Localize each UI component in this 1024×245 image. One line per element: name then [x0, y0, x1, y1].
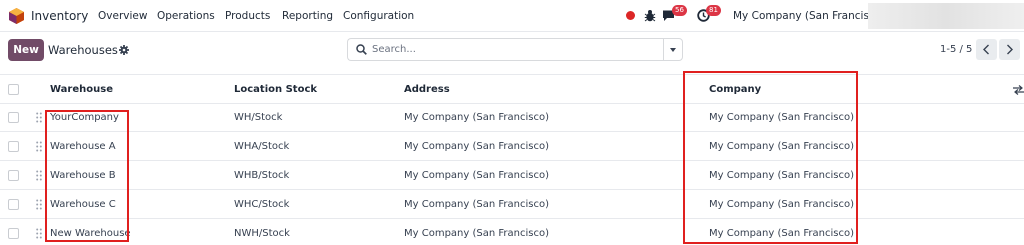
- cell-location-stock[interactable]: WHA/Stock: [234, 132, 289, 161]
- app-name[interactable]: Inventory: [31, 9, 88, 23]
- row-checkbox[interactable]: [8, 112, 19, 123]
- cell-company[interactable]: My Company (San Francisco): [709, 103, 854, 132]
- cell-company[interactable]: My Company (San Francisco): [709, 132, 854, 161]
- cell-warehouse[interactable]: Warehouse A: [50, 132, 116, 161]
- pager-value[interactable]: 1-5 / 5: [940, 44, 972, 55]
- search-input[interactable]: [372, 39, 657, 60]
- pager-next-button[interactable]: [999, 39, 1020, 60]
- new-button[interactable]: New: [8, 39, 44, 61]
- gear-icon[interactable]: [119, 45, 129, 55]
- drag-handle-icon[interactable]: [36, 228, 42, 239]
- cell-address[interactable]: My Company (San Francisco): [404, 132, 549, 161]
- cell-company[interactable]: My Company (San Francisco): [709, 190, 854, 219]
- activities-badge: 81: [706, 5, 721, 16]
- cell-address[interactable]: My Company (San Francisco): [404, 219, 549, 245]
- row-checkbox[interactable]: [8, 170, 19, 181]
- column-header-warehouse[interactable]: Warehouse: [50, 75, 113, 104]
- chevron-right-icon: [1007, 44, 1013, 55]
- cell-location-stock[interactable]: WHC/Stock: [234, 190, 289, 219]
- row-checkbox[interactable]: [8, 141, 19, 152]
- menu-reporting[interactable]: Reporting: [282, 10, 333, 22]
- cell-company[interactable]: My Company (San Francisco): [709, 161, 854, 190]
- column-header-company[interactable]: Company: [709, 75, 761, 104]
- company-switcher[interactable]: My Company (San Francisco): [733, 10, 885, 22]
- drag-handle-icon[interactable]: [36, 199, 42, 210]
- cell-address[interactable]: My Company (San Francisco): [404, 103, 549, 132]
- top-navbar: Inventory Overview Operations Products R…: [0, 0, 1024, 32]
- cell-warehouse[interactable]: Warehouse B: [50, 161, 116, 190]
- cell-company[interactable]: My Company (San Francisco): [709, 219, 854, 245]
- table-row[interactable]: Warehouse B WHB/Stock My Company (San Fr…: [0, 161, 1024, 190]
- column-header-location-stock[interactable]: Location Stock: [234, 75, 317, 104]
- cell-address[interactable]: My Company (San Francisco): [404, 190, 549, 219]
- menu-configuration[interactable]: Configuration: [343, 10, 414, 22]
- row-checkbox[interactable]: [8, 228, 19, 239]
- cell-location-stock[interactable]: WH/Stock: [234, 103, 282, 132]
- column-header-address[interactable]: Address: [404, 75, 450, 104]
- table-row[interactable]: YourCompany WH/Stock My Company (San Fra…: [0, 103, 1024, 132]
- search-options-toggle[interactable]: [663, 38, 683, 61]
- search-icon: [356, 44, 367, 55]
- record-dot-icon[interactable]: [626, 11, 635, 20]
- drag-handle-icon[interactable]: [36, 170, 42, 181]
- pager-previous-button[interactable]: [976, 39, 997, 60]
- menu-operations[interactable]: Operations: [157, 10, 215, 22]
- user-menu-avatar[interactable]: [868, 3, 1024, 29]
- inventory-logo-icon[interactable]: [9, 8, 24, 24]
- table-row[interactable]: New Warehouse NWH/Stock My Company (San …: [0, 219, 1024, 245]
- cell-warehouse[interactable]: New Warehouse: [50, 219, 131, 245]
- bug-icon[interactable]: [644, 9, 656, 22]
- search-bar: [347, 38, 664, 61]
- cell-warehouse[interactable]: YourCompany: [50, 103, 119, 132]
- drag-handle-icon[interactable]: [36, 112, 42, 123]
- menu-products[interactable]: Products: [225, 10, 270, 22]
- table-row[interactable]: Warehouse C WHC/Stock My Company (San Fr…: [0, 190, 1024, 219]
- cell-location-stock[interactable]: WHB/Stock: [234, 161, 289, 190]
- messages-badge: 56: [672, 5, 687, 16]
- page-title: Warehouses: [48, 43, 118, 57]
- cell-address[interactable]: My Company (San Francisco): [404, 161, 549, 190]
- drag-handle-icon[interactable]: [36, 141, 42, 152]
- select-all-checkbox[interactable]: [8, 84, 19, 95]
- cell-location-stock[interactable]: NWH/Stock: [234, 219, 290, 245]
- table-row[interactable]: Warehouse A WHA/Stock My Company (San Fr…: [0, 132, 1024, 161]
- chevron-left-icon: [983, 44, 989, 55]
- row-checkbox[interactable]: [8, 199, 19, 210]
- optional-columns-icon[interactable]: [1013, 85, 1024, 95]
- cell-warehouse[interactable]: Warehouse C: [50, 190, 116, 219]
- warehouse-list: Warehouse Location Stock Address Company…: [0, 74, 1024, 245]
- chevron-down-icon: [670, 48, 676, 52]
- table-header: Warehouse Location Stock Address Company: [0, 74, 1024, 104]
- menu-overview[interactable]: Overview: [98, 10, 147, 22]
